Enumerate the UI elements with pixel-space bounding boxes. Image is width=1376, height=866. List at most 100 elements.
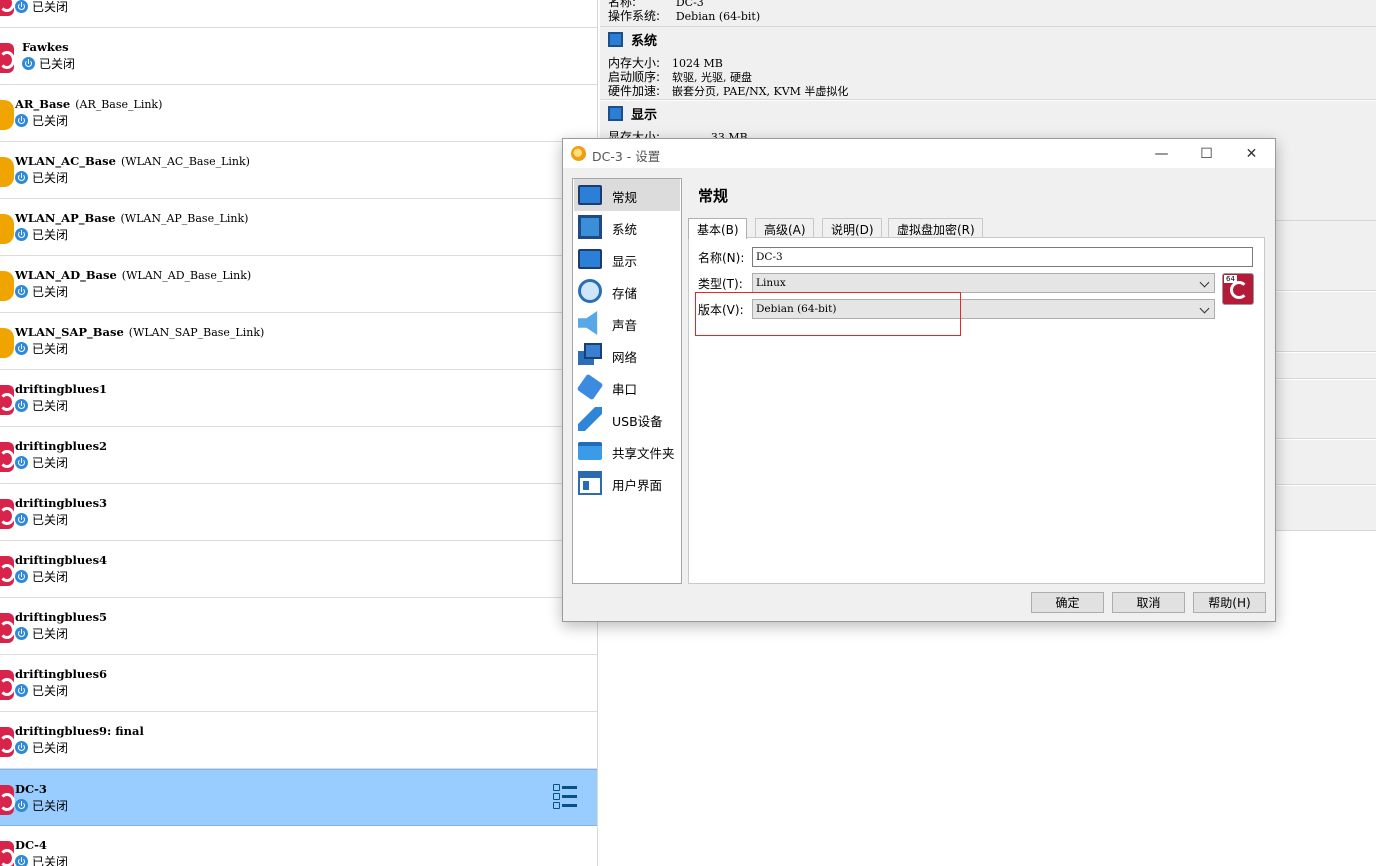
vm-state: 已关闭 [15,169,68,186]
vm-row[interactable]: driftingblues3 已关闭 [0,484,597,541]
power-off-icon [15,0,28,13]
power-off-icon [15,456,28,469]
vm-row[interactable]: driftingblues1 已关闭 [0,370,597,427]
vm-row[interactable]: DC-4 已关闭 [0,826,597,866]
power-off-icon [15,285,28,298]
vm-name: AR_Base (AR_Base_Link) [15,97,162,111]
debian-icon [0,613,15,643]
cancel-button[interactable]: 取消 [1112,592,1185,613]
minimize-button[interactable]: — [1139,139,1184,168]
vm-state-label: 已关闭 [32,285,69,299]
category-label: 用户界面 [612,478,663,493]
category-item[interactable]: 用户界面 [574,467,680,499]
vm-row[interactable]: WLAN_AC_Base (WLAN_AC_Base_Link) 已关闭 [0,142,597,199]
vm-state-label: 已关闭 [32,171,69,185]
vm-state: 已关闭 [15,112,68,129]
vm-row[interactable]: driftingblues6 已关闭 [0,655,597,712]
vm-row[interactable]: DC-3 已关闭 [0,769,597,826]
details-system-section: 系统 内存大小: 1024 MB 启动顺序: 软驱, 光驱, 硬盘 硬件加速: 嵌套分页,… [600,27,1376,100]
category-label: 存储 [612,286,638,301]
list-line-icon [553,802,577,809]
name-field[interactable]: DC-3 [752,247,1253,267]
vm-row[interactable]: WLAN_SAP_Base (WLAN_SAP_Base_Link) 已关闭 [0,313,597,370]
category-item[interactable]: 共享文件夹 [574,435,680,467]
os-icon [0,328,14,358]
vm-name: driftingblues1 [15,382,107,396]
details-system-title[interactable]: 系统 [608,30,657,49]
vm-row[interactable]: driftingblues2 已关闭 [0,427,597,484]
vm-row-partial[interactable]: 已关闭 [0,0,597,28]
vm-row[interactable]: Fawkes 已关闭 [0,28,597,85]
vm-row[interactable]: driftingblues4 已关闭 [0,541,597,598]
category-item[interactable]: 声音 [574,307,680,339]
vm-group-text: (WLAN_AP_Base_Link) [120,212,249,225]
category-item[interactable]: 显示 [574,243,680,275]
power-off-icon [15,228,28,241]
dialog-titlebar[interactable]: DC-3 - 设置 — ☐ ✕ [563,139,1275,168]
vm-name-text: driftingblues9: final [15,724,144,738]
vm-name-text: driftingblues6 [15,667,108,681]
vm-list[interactable]: 已关闭 Fawkes 已关闭 AR_Base (AR_Base_Link) 已关闭 WLA… [0,0,598,866]
chip-icon [608,32,623,47]
general-icon [578,185,602,205]
vm-name-text: driftingblues1 [15,382,108,396]
type-combobox[interactable]: Linux [752,273,1215,293]
vm-state: 已关闭 [15,226,68,243]
power-off-icon [15,627,28,640]
settings-dialog[interactable]: DC-3 - 设置 — ☐ ✕ 常规 系统 显示 存储 声音 网络 串口 USB设备 共享文件夹… [562,138,1276,622]
vm-row[interactable]: driftingblues5 已关闭 [0,598,597,655]
settings-category-list[interactable]: 常规系统 显示存储声音网络串口 USB设备 共享文件夹用户界面 [572,178,682,584]
vm-group-text: (WLAN_SAP_Base_Link) [128,326,265,339]
debian-icon [0,785,15,815]
user-interface-icon [578,471,602,495]
power-off-icon [15,684,28,697]
category-label: 串口 [612,382,638,397]
category-item[interactable]: USB设备 [574,403,680,435]
debian-icon [0,499,15,529]
category-item[interactable]: 系统 [574,211,680,243]
details-os-key: 操作系统: [608,9,661,23]
os-icon [0,100,14,130]
vm-name: driftingblues5 [15,610,107,624]
vm-state: 已关闭 [15,739,68,756]
os-icon [0,271,14,301]
page-title: 常规 [698,187,729,205]
vm-tools-menu-icon[interactable] [553,784,577,810]
vm-row[interactable]: WLAN_AD_Base (WLAN_AD_Base_Link) 已关闭 [0,256,597,313]
ok-button[interactable]: 确定 [1031,592,1104,613]
tab-advanced[interactable]: 高级(A) [755,218,814,238]
serial-port-icon [576,373,604,401]
vm-row[interactable]: WLAN_AP_Base (WLAN_AP_Base_Link) 已关闭 [0,199,597,256]
vm-state: 已关闭 [15,283,68,300]
vm-name-text: Fawkes [22,40,69,54]
tab-disk-encryption[interactable]: 虚拟盘加密(R) [888,218,983,238]
help-button[interactable]: 帮助(H) [1193,592,1266,613]
category-item[interactable]: 串口 [574,371,680,403]
os-icon [0,214,14,244]
maximize-button[interactable]: ☐ [1184,139,1229,168]
category-item[interactable]: 常规 [574,179,680,211]
system-detail-key: 硬件加速: [608,84,661,98]
close-button[interactable]: ✕ [1229,139,1274,168]
vm-state-label: 已关闭 [32,684,69,698]
vm-name-text: DC-4 [15,838,47,852]
vm-row[interactable]: driftingblues9: final 已关闭 [0,712,597,769]
debian-icon [0,385,15,415]
vm-row[interactable]: AR_Base (AR_Base_Link) 已关闭 [0,85,597,142]
details-display-title[interactable]: 显示 [608,104,657,123]
vm-state: 已关闭 [22,55,75,72]
details-os-value: Debian (64-bit) [675,10,761,23]
type-label: 类型(T): [698,277,743,291]
vm-state: 已关闭 [15,853,68,866]
tab-description[interactable]: 说明(D) [822,218,882,238]
os-icon [0,157,14,187]
vm-state-label: 已关闭 [32,627,69,641]
category-label: 常规 [612,190,638,205]
vm-state: 已关闭 [15,682,68,699]
power-off-icon [15,399,28,412]
category-item[interactable]: 存储 [574,275,680,307]
usb-icon [578,407,602,431]
tab-basic[interactable]: 基本(B) [688,218,747,239]
category-item[interactable]: 网络 [574,339,680,371]
category-label: 声音 [612,318,638,333]
